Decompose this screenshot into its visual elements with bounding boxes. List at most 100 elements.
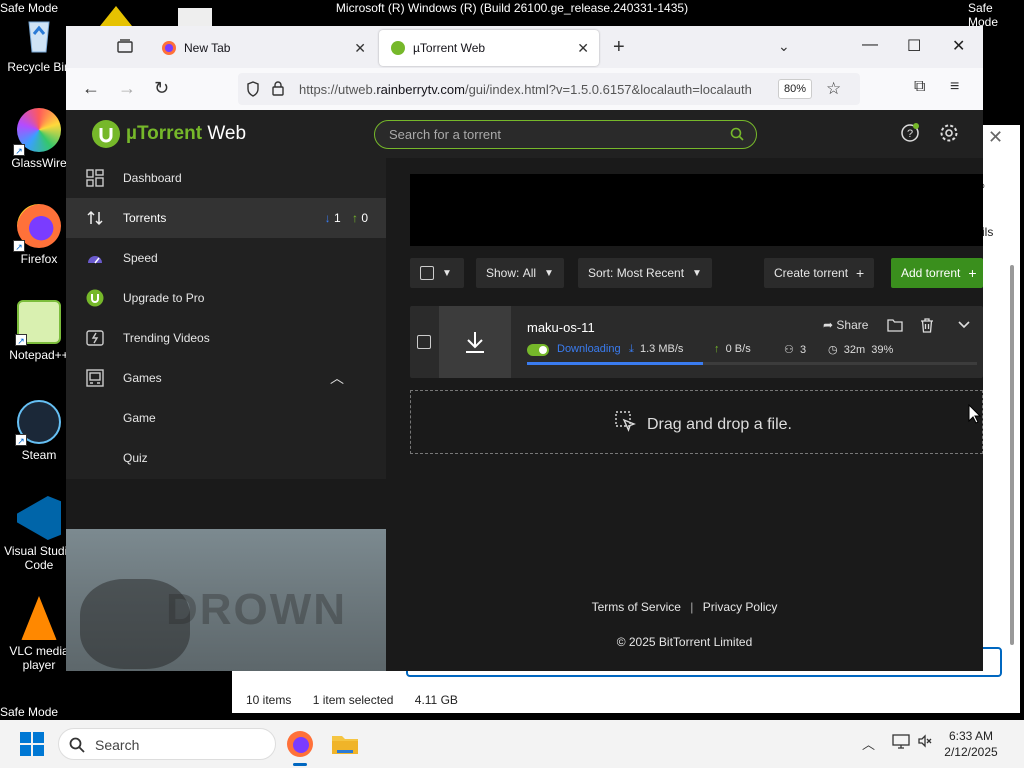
trending-video-thumbnail[interactable]: DROWN [66, 529, 386, 671]
settings-gear-icon[interactable] [939, 123, 959, 148]
explorer-close-icon[interactable]: ✕ [988, 127, 1003, 148]
tab-utorrent-web[interactable]: µTorrent Web ✕ [379, 30, 599, 66]
trending-video-icon [86, 329, 104, 347]
torrent-name: maku-os-11 [527, 320, 595, 335]
sidebar-item-games[interactable]: Games ︿ [66, 358, 386, 398]
clock-icon: ◷ [828, 344, 838, 356]
taskbar-search-placeholder: Search [95, 737, 140, 753]
users-icon: ⚇ [784, 344, 794, 356]
url-bar[interactable]: https://utweb.rainberrytv.com/gui/index.… [238, 73, 860, 105]
reload-icon[interactable]: ↻ [154, 78, 169, 99]
expand-chevron-down-icon[interactable] [958, 318, 970, 332]
eta-and-percent: ◷ 32m 39% [828, 344, 894, 356]
ad-banner[interactable] [410, 174, 983, 246]
menu-hamburger-icon[interactable]: ≡ [950, 78, 959, 96]
volume-muted-icon[interactable] [918, 734, 932, 751]
sidebar-item-label: Torrents [123, 211, 167, 225]
desktop-icon-label: GlassWire [11, 156, 67, 170]
taskbar-clock[interactable]: 6:33 AM 2/12/2025 [936, 728, 1006, 760]
torrent-status: Downloading [557, 343, 621, 355]
new-tab-plus-icon[interactable]: + [613, 36, 625, 59]
sidebar-item-speed[interactable]: Speed [66, 238, 386, 278]
tab-label: New Tab [184, 41, 231, 55]
help-icon[interactable]: ? [900, 123, 920, 148]
tab-close-icon[interactable]: ✕ [354, 40, 366, 57]
terms-of-service-link[interactable]: Terms of Service [592, 600, 681, 614]
sidebar-item-quiz[interactable]: Quiz [66, 438, 386, 478]
sidebar-item-dashboard[interactable]: Dashboard [66, 158, 386, 198]
list-all-tabs-chevron-icon[interactable]: ⌄ [778, 38, 790, 55]
url-text[interactable]: https://utweb.rainberrytv.com/gui/index.… [299, 82, 769, 97]
tab-overview-icon[interactable] [116, 38, 134, 54]
glasswire-icon: ↗ [13, 108, 61, 156]
desktop-icon-vlc[interactable]: VLC media player [4, 596, 74, 672]
tab-close-icon[interactable]: ✕ [577, 40, 589, 57]
steam-icon: ↗ [15, 400, 61, 446]
window-close-icon[interactable]: ✕ [952, 36, 965, 56]
maximize-icon[interactable]: ☐ [907, 36, 921, 56]
vscode-icon [17, 496, 61, 540]
collapse-chevron-up-icon[interactable]: ︿ [330, 368, 344, 388]
delete-trash-icon[interactable] [920, 318, 934, 336]
extensions-puzzle-icon[interactable]: ⧉ [914, 78, 925, 96]
lock-icon[interactable] [272, 81, 284, 101]
file-shortcut-icon[interactable] [178, 8, 212, 26]
taskbar-search-box[interactable]: Search [58, 728, 276, 760]
copyright-text: © 2025 BitTorrent Limited [616, 635, 753, 649]
open-folder-icon[interactable] [887, 318, 903, 335]
taskbar-file-explorer-icon[interactable] [329, 728, 361, 760]
privacy-policy-link[interactable]: Privacy Policy [703, 600, 778, 614]
desktop-icon-glasswire[interactable]: ↗ GlassWire [4, 108, 74, 170]
torrent-active-toggle[interactable] [527, 344, 549, 356]
back-arrow-icon[interactable]: ← [82, 78, 100, 99]
taskbar-firefox-icon[interactable] [284, 728, 316, 766]
select-all-dropdown[interactable]: ▼ [410, 258, 464, 288]
sidebar-item-game[interactable]: Game [66, 398, 386, 438]
desktop-icon-firefox[interactable]: ↗ Firefox [4, 204, 74, 266]
explorer-scrollbar[interactable] [1010, 265, 1014, 645]
explorer-details-text: ils [982, 225, 994, 239]
brand-name: µTorrent Web [126, 123, 247, 144]
share-button[interactable]: ➦ Share [823, 318, 868, 332]
zoom-level-button[interactable]: 80% [778, 79, 813, 99]
sort-dropdown[interactable]: Sort: Most Recent ▼ [578, 258, 712, 288]
utorrent-pro-icon [86, 289, 104, 307]
utorrent-logo-icon [92, 120, 120, 148]
search-placeholder: Search for a torrent [389, 127, 501, 142]
sidebar-item-torrents[interactable]: Torrents ↓ 1 ↑ 0 [66, 198, 386, 238]
desktop-icon-notepadpp[interactable]: ↗ Notepad++ [4, 300, 74, 362]
app-header: µTorrent Web Search for a torrent ? [66, 110, 983, 158]
sidebar-item-label: Trending Videos [123, 331, 210, 345]
search-icon[interactable] [730, 127, 744, 146]
create-torrent-button[interactable]: Create torrent + [764, 258, 875, 288]
bookmark-star-icon[interactable]: ☆ [826, 79, 841, 99]
tracking-shield-icon[interactable] [246, 81, 260, 102]
show-hidden-icons-chevron-icon[interactable]: ︿ [862, 734, 875, 753]
torrent-row[interactable]: maku-os-11 Downloading ⤓ 1.3 MB/s ↑ 0 B/… [410, 306, 983, 378]
forward-arrow-icon[interactable]: → [118, 78, 136, 99]
desktop-icon-vscode[interactable]: Visual Studio Code [4, 496, 74, 572]
minimize-icon[interactable]: — [862, 36, 878, 54]
tab-new-tab[interactable]: New Tab ✕ [150, 30, 376, 66]
desktop-icon-steam[interactable]: ↗ Steam [4, 400, 74, 462]
torrent-search-input[interactable]: Search for a torrent [374, 120, 757, 149]
desktop-icon-label: Visual Studio Code [4, 544, 74, 572]
chevron-down-icon: ▼ [442, 267, 452, 279]
desktop-icon-recycle-bin[interactable]: Recycle Bin [4, 12, 74, 74]
chevron-down-icon: ▼ [544, 267, 554, 279]
sidebar-item-upgrade[interactable]: Upgrade to Pro [66, 278, 386, 318]
sidebar-item-trending-videos[interactable]: Trending Videos [66, 318, 386, 358]
footer-links: Terms of Service | Privacy Policy [386, 600, 983, 614]
download-icon [439, 306, 511, 378]
windows-build-text: Microsoft (R) Windows (R) (Build 26100.g… [335, 1, 689, 15]
torrent-checkbox[interactable] [417, 335, 431, 349]
show-filter-dropdown[interactable]: Show: All ▼ [476, 258, 564, 288]
select-all-checkbox[interactable] [420, 266, 434, 280]
dashboard-grid-icon [86, 169, 104, 187]
utorrent-logo[interactable]: µTorrent Web [92, 120, 246, 148]
add-torrent-button[interactable]: Add torrent + [891, 258, 983, 288]
download-speed: ⤓ 1.3 MB/s [629, 343, 684, 355]
network-icon[interactable] [892, 734, 910, 753]
drag-drop-zone[interactable]: Drag and drop a file. [410, 390, 983, 454]
windows-start-icon[interactable] [20, 732, 44, 761]
